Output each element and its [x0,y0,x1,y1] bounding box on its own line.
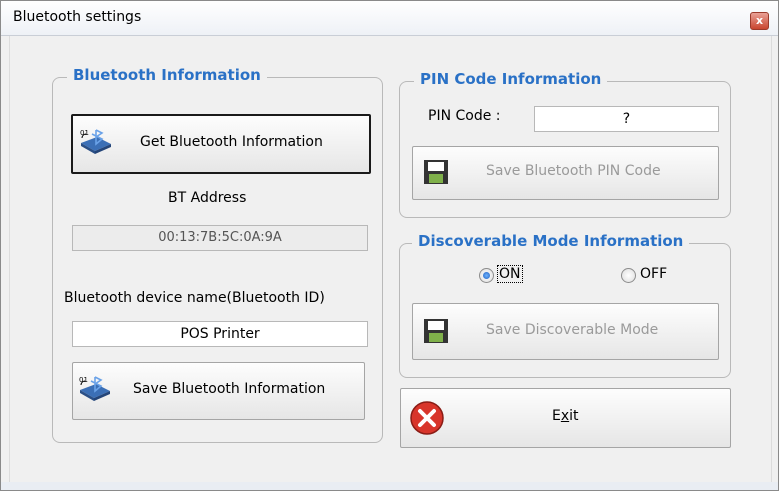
save-bluetooth-pin-code-button[interactable]: Save Bluetooth PIN Code [412,146,719,200]
floppy-disk-icon [424,319,448,343]
bluetooth-information-legend: Bluetooth Information [67,66,267,84]
bluetooth-icon-badge: 01 [80,129,89,137]
pin-code-input[interactable]: ? [534,106,719,132]
save-bluetooth-pin-code-label: Save Bluetooth PIN Code [486,163,661,179]
discoverable-on-label[interactable]: ON [497,265,523,283]
save-bluetooth-information-button[interactable]: 01 Save Bluetooth Information [72,362,365,420]
bluetooth-icon: 01 [80,129,111,154]
exit-button[interactable]: Exit [400,388,731,448]
bluetooth-settings-window: Bluetooth settings x Bluetooth Informati… [0,0,779,491]
window-bottom-frame [1,482,778,490]
radio-selected-dot [483,272,490,279]
bt-address-field: 00:13:7B:5C:0A:9A [72,225,368,251]
get-bluetooth-information-button[interactable]: 01 Get Bluetooth Information [71,114,371,174]
dialog-client-area: Bluetooth Information 01 Get Bluetooth I… [9,36,772,483]
bluetooth-icon-badge: 01 [79,376,88,384]
close-button[interactable]: x [750,12,769,30]
title-bar[interactable]: Bluetooth settings x [1,1,778,36]
discoverable-mode-information-legend: Discoverable Mode Information [412,232,690,250]
bluetooth-icon: 01 [79,376,110,401]
floppy-disk-icon [424,160,448,184]
bt-address-label: BT Address [168,190,247,206]
save-bluetooth-information-label: Save Bluetooth Information [133,381,326,397]
discoverable-off-label[interactable]: OFF [640,266,667,282]
discoverable-on-radio[interactable] [479,268,494,283]
bluetooth-device-name-input[interactable]: POS Printer [72,321,368,347]
discoverable-off-radio[interactable] [621,268,636,283]
save-discoverable-mode-button[interactable]: Save Discoverable Mode [412,303,719,360]
pin-code-information-legend: PIN Code Information [414,70,608,88]
exit-label: Exit [552,408,579,424]
pin-code-label: PIN Code : [428,108,501,124]
get-bluetooth-information-label: Get Bluetooth Information [140,134,323,150]
exit-icon [410,401,444,435]
bluetooth-device-name-label: Bluetooth device name(Bluetooth ID) [64,290,325,306]
window-title: Bluetooth settings [13,9,142,25]
close-icon: x [755,14,764,27]
save-discoverable-mode-label: Save Discoverable Mode [486,322,659,338]
